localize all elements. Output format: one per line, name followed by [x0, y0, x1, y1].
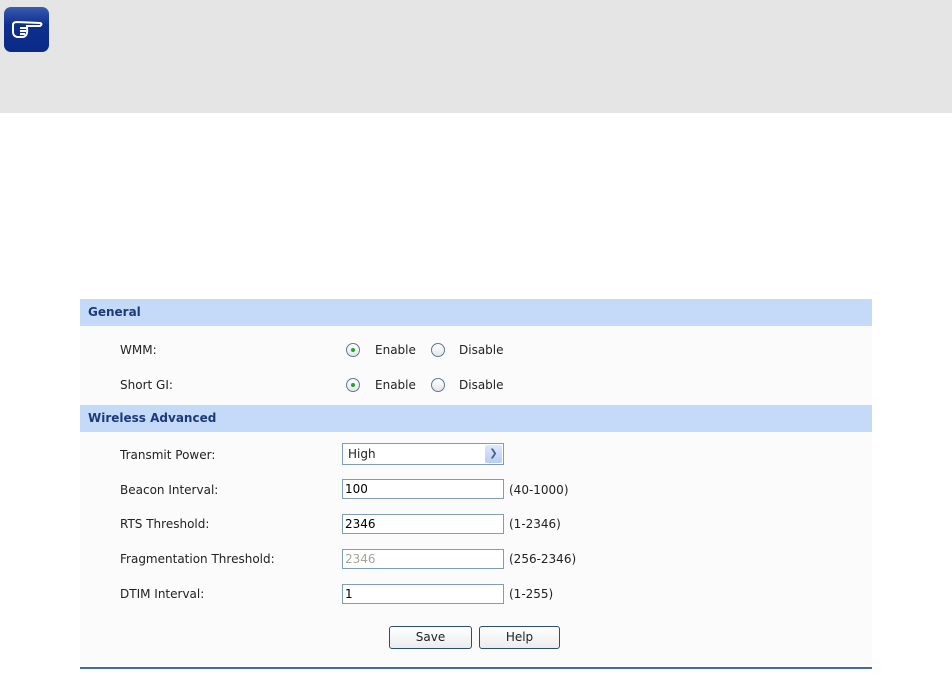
wmm-disable-label: Disable [459, 343, 504, 357]
dtim-interval-label: DTIM Interval: [120, 587, 205, 601]
beacon-interval-range: (40-1000) [509, 483, 569, 497]
transmit-power-label: Transmit Power: [120, 448, 216, 462]
rts-threshold-range: (1-2346) [509, 517, 561, 531]
dtim-interval-range: (1-255) [509, 587, 554, 601]
fragmentation-threshold-label: Fragmentation Threshold: [120, 552, 275, 566]
pointing-hand-icon [4, 7, 49, 52]
beacon-interval-input[interactable] [342, 479, 504, 499]
beacon-interval-label: Beacon Interval: [120, 483, 219, 497]
fragmentation-threshold-input [342, 549, 504, 569]
wmm-disable-radio[interactable] [431, 343, 445, 357]
wmm-enable-radio[interactable] [346, 343, 360, 357]
note-banner [0, 0, 952, 113]
short-gi-label: Short GI: [120, 378, 173, 392]
short-gi-enable-label: Enable [375, 378, 416, 392]
help-button[interactable]: Help [479, 626, 560, 649]
save-button[interactable]: Save [389, 626, 472, 649]
rts-threshold-input[interactable] [342, 514, 504, 534]
short-gi-disable-label: Disable [459, 378, 504, 392]
fragmentation-threshold-range: (256-2346) [509, 552, 577, 566]
dtim-interval-input[interactable] [342, 584, 504, 604]
chevron-down-icon[interactable]: ❯ [485, 445, 502, 463]
rts-threshold-label: RTS Threshold: [120, 517, 210, 531]
transmit-power-select[interactable]: High ❯ [342, 443, 504, 465]
section-header-general: General [80, 299, 872, 326]
short-gi-enable-radio[interactable] [346, 378, 360, 392]
short-gi-disable-radio[interactable] [431, 378, 445, 392]
section-header-wireless-advanced: Wireless Advanced [80, 405, 872, 432]
wmm-enable-label: Enable [375, 343, 416, 357]
wireless-advanced-panel: General WMM: Enable Disable Short GI: En… [80, 299, 872, 669]
wmm-label: WMM: [120, 343, 157, 357]
transmit-power-value: High [348, 447, 376, 461]
